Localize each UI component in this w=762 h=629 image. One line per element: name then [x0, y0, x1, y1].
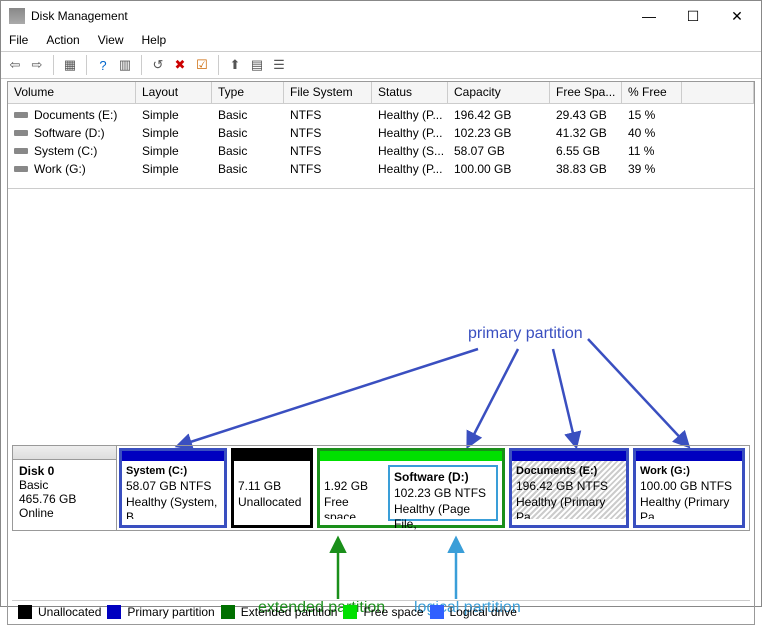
col-spacer	[682, 82, 754, 103]
disk-row: Disk 0 Basic 465.76 GB Online System (C:…	[12, 445, 750, 531]
window-title: Disk Management	[31, 9, 637, 23]
menu-view[interactable]: View	[98, 33, 124, 47]
grid-icon[interactable]: ▦	[60, 55, 80, 75]
content-area: Volume Layout Type File System Status Ca…	[7, 81, 755, 625]
check-icon[interactable]: ☑	[192, 55, 212, 75]
refresh-icon[interactable]: ↺	[148, 55, 168, 75]
close-button[interactable]: ✕	[725, 8, 749, 25]
annotation-primary: primary partition	[468, 325, 583, 343]
list-icon[interactable]: ▥	[115, 55, 135, 75]
legend: Unallocated Primary partition Extended p…	[12, 600, 750, 622]
menubar: File Action View Help	[1, 31, 761, 51]
col-fs[interactable]: File System	[284, 82, 372, 103]
col-type[interactable]: Type	[212, 82, 284, 103]
disk-icon	[14, 130, 28, 136]
table-row[interactable]: System (C:)SimpleBasicNTFSHealthy (S...5…	[8, 142, 754, 160]
delete-icon[interactable]: ✖	[170, 55, 190, 75]
menu-action[interactable]: Action	[46, 33, 79, 47]
minimize-button[interactable]: —	[637, 8, 661, 25]
partition-software-d[interactable]: Software (D:)102.23 GB NTFSHealthy (Page…	[388, 465, 498, 521]
partition-work-g[interactable]: Work (G:)100.00 GB NTFSHealthy (Primary …	[633, 448, 745, 528]
table-header: Volume Layout Type File System Status Ca…	[8, 82, 754, 104]
col-free[interactable]: Free Spa...	[550, 82, 622, 103]
back-icon[interactable]: ⇦	[5, 55, 25, 75]
disk-icon	[14, 112, 28, 118]
disk-icon	[14, 166, 28, 172]
menu-file[interactable]: File	[9, 33, 28, 47]
disk-label: Disk 0	[19, 464, 54, 478]
table-row[interactable]: Documents (E:)SimpleBasicNTFSHealthy (P.…	[8, 106, 754, 124]
partition-extended[interactable]: 1.92 GBFree space Software (D:)102.23 GB…	[317, 448, 505, 528]
partition-documents-e[interactable]: Documents (E:)196.42 GB NTFSHealthy (Pri…	[509, 448, 629, 528]
help-icon[interactable]: ?	[93, 55, 113, 75]
forward-icon[interactable]: ⇨	[27, 55, 47, 75]
up-icon[interactable]: ⬆	[225, 55, 245, 75]
col-pct[interactable]: % Free	[622, 82, 682, 103]
disk-icon	[14, 148, 28, 154]
menu-help[interactable]: Help	[142, 33, 167, 47]
col-layout[interactable]: Layout	[136, 82, 212, 103]
partition-unallocated[interactable]: 7.11 GBUnallocated	[231, 448, 313, 528]
graphical-view: primary partition Disk 0 Basic 465.76 GB…	[8, 188, 754, 624]
maximize-button[interactable]: ☐	[681, 8, 705, 25]
props-icon[interactable]: ▤	[247, 55, 267, 75]
settings-icon[interactable]: ☰	[269, 55, 289, 75]
volume-list: Documents (E:)SimpleBasicNTFSHealthy (P.…	[8, 104, 754, 180]
titlebar: Disk Management — ☐ ✕	[1, 1, 761, 31]
col-volume[interactable]: Volume	[8, 82, 136, 103]
partition-system-c[interactable]: System (C:)58.07 GB NTFSHealthy (System,…	[119, 448, 227, 528]
table-row[interactable]: Work (G:)SimpleBasicNTFSHealthy (P...100…	[8, 160, 754, 178]
app-icon	[9, 8, 25, 24]
table-row[interactable]: Software (D:)SimpleBasicNTFSHealthy (P..…	[8, 124, 754, 142]
toolbar: ⇦ ⇨ ▦ ? ▥ ↺ ✖ ☑ ⬆ ▤ ☰	[1, 51, 761, 79]
col-capacity[interactable]: Capacity	[448, 82, 550, 103]
disk-info[interactable]: Disk 0 Basic 465.76 GB Online	[13, 446, 117, 530]
col-status[interactable]: Status	[372, 82, 448, 103]
